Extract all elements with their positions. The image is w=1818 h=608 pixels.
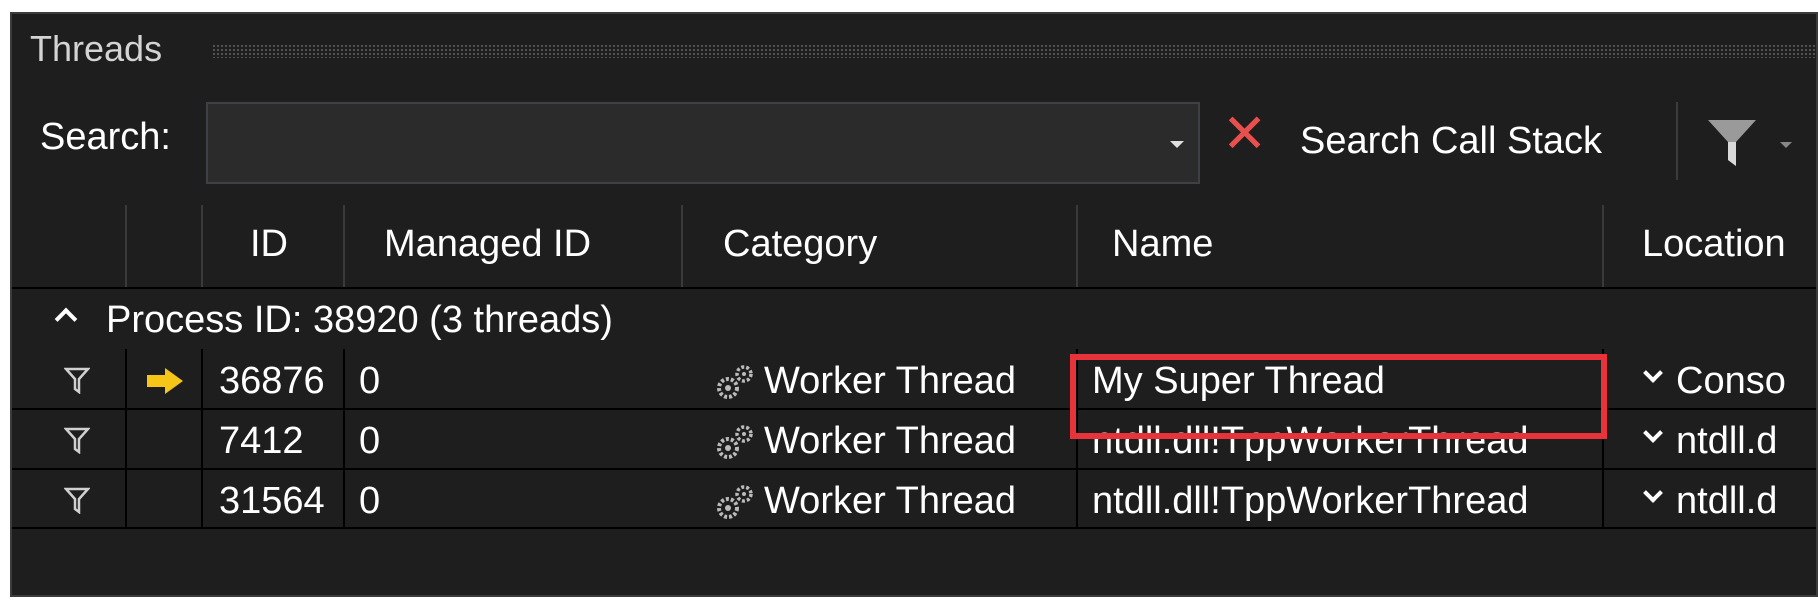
collapse-chevron-icon[interactable] bbox=[54, 307, 78, 331]
thread-location: ntdll.d bbox=[1676, 420, 1778, 462]
threads-window: Threads Search: ✕ Search Call Stack ID M… bbox=[10, 12, 1818, 597]
filter-icon[interactable] bbox=[1702, 112, 1762, 172]
managed-id: 0 bbox=[359, 360, 381, 402]
flag-icon[interactable] bbox=[64, 366, 90, 394]
thread-name[interactable]: ntdll.dll!TppWorkerThread bbox=[1092, 420, 1528, 463]
thread-location: Conso bbox=[1676, 360, 1786, 402]
expand-chevron-icon[interactable] bbox=[1643, 363, 1663, 383]
flag-icon[interactable] bbox=[64, 426, 90, 454]
search-input[interactable] bbox=[216, 112, 1116, 174]
flag-icon[interactable] bbox=[64, 486, 90, 514]
expand-chevron-icon[interactable] bbox=[1643, 423, 1663, 443]
title-bar[interactable]: Threads bbox=[12, 14, 1816, 86]
gears-icon bbox=[717, 365, 753, 399]
thread-id: 7412 bbox=[219, 420, 304, 462]
process-group-label: Process ID: 38920 (3 threads) bbox=[106, 299, 613, 341]
clear-icon[interactable]: ✕ bbox=[1222, 104, 1267, 164]
column-header-row: ID Managed ID Category Name Location bbox=[12, 205, 1816, 287]
column-header-name[interactable]: Name bbox=[1112, 223, 1213, 266]
thread-id: 36876 bbox=[219, 360, 325, 402]
filter-dropdown-icon[interactable] bbox=[1780, 142, 1792, 148]
managed-id: 0 bbox=[359, 480, 381, 522]
search-call-stack-toggle[interactable]: Search Call Stack bbox=[1300, 120, 1602, 163]
column-header-id[interactable]: ID bbox=[250, 223, 288, 266]
process-group-row[interactable]: Process ID: 38920 (3 threads) bbox=[12, 289, 1816, 349]
column-header-category[interactable]: Category bbox=[723, 223, 877, 266]
gears-icon bbox=[717, 425, 753, 459]
table-row[interactable]: 7412 0 Worker Thread ntdll.dll!TppWorker… bbox=[12, 410, 1816, 468]
table-row[interactable]: 36876 0 Worker Thread My Super Thread Co… bbox=[12, 350, 1816, 408]
table-row[interactable]: 31564 0 Worker Thread ntdll.dll!TppWorke… bbox=[12, 470, 1816, 528]
toolbar: Search: ✕ Search Call Stack bbox=[12, 94, 1816, 194]
thread-id: 31564 bbox=[219, 480, 325, 522]
window-title: Threads bbox=[30, 28, 163, 69]
column-header-managed-id[interactable]: Managed ID bbox=[384, 223, 591, 266]
toolbar-separator bbox=[1676, 102, 1678, 180]
managed-id: 0 bbox=[359, 420, 381, 462]
search-label: Search: bbox=[40, 116, 171, 158]
thread-category: Worker Thread bbox=[764, 420, 1017, 462]
current-thread-arrow-icon bbox=[147, 368, 183, 394]
expand-chevron-icon[interactable] bbox=[1643, 483, 1663, 503]
thread-category: Worker Thread bbox=[764, 360, 1017, 402]
search-combobox[interactable] bbox=[206, 102, 1200, 184]
thread-category: Worker Thread bbox=[764, 480, 1017, 522]
gears-icon bbox=[717, 485, 753, 519]
thread-name[interactable]: My Super Thread bbox=[1092, 360, 1385, 403]
thread-name[interactable]: ntdll.dll!TppWorkerThread bbox=[1092, 480, 1528, 523]
dropdown-arrow-icon[interactable] bbox=[1170, 141, 1184, 148]
thread-location: ntdll.d bbox=[1676, 480, 1778, 522]
drag-grip[interactable] bbox=[212, 44, 1816, 58]
column-header-location[interactable]: Location bbox=[1642, 223, 1786, 266]
